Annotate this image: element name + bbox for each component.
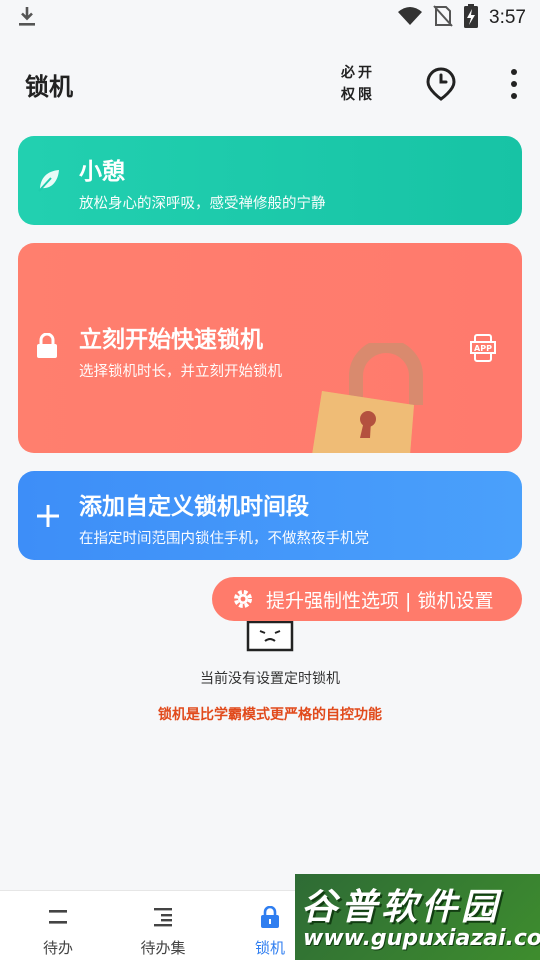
watermark-title: 谷普软件园 <box>301 887 502 928</box>
custom-lock-card[interactable]: 添加自定义锁机时间段 在指定时间范围内锁住手机，不做熬夜手机党 <box>18 471 522 560</box>
custom-lock-card-subtitle: 在指定时间范围内锁住手机，不做熬夜手机党 <box>79 531 369 547</box>
promo-text: 锁机是比学霸模式更严格的自控功能 <box>158 707 382 723</box>
more-vert-icon[interactable] <box>508 67 520 101</box>
empty-state-message: 当前没有设置定时锁机 <box>200 671 340 687</box>
rest-card[interactable]: 小憩 放松身心的深呼吸，感受禅修般的宁静 <box>18 136 522 225</box>
nav-item-todo-list[interactable]: 待办集 <box>109 891 217 960</box>
lock-icon <box>36 332 58 363</box>
todo-list-icon <box>109 906 217 928</box>
download-icon <box>16 4 38 32</box>
rest-card-title: 小憩 <box>79 159 125 185</box>
app-icon[interactable]: APP <box>470 334 496 366</box>
gear-icon <box>232 588 254 610</box>
quick-lock-card[interactable]: 立刻开始快速锁机 选择锁机时长，并立刻开始锁机 APP <box>18 243 522 453</box>
page-title: 锁机 <box>25 72 73 101</box>
nav-label-todo-list: 待办集 <box>140 939 186 957</box>
todo-icon <box>4 906 112 928</box>
app-bar: 锁机 必开 权限 <box>0 50 540 118</box>
status-time: 3:57 <box>489 7 526 28</box>
quick-lock-card-title: 立刻开始快速锁机 <box>79 327 263 353</box>
clock-pin-icon[interactable] <box>424 67 458 101</box>
custom-lock-card-title: 添加自定义锁机时间段 <box>79 494 309 520</box>
leaf-icon <box>36 167 62 197</box>
required-permissions-button[interactable]: 必开 权限 <box>338 62 378 106</box>
wifi-icon <box>397 6 423 30</box>
plus-icon <box>36 504 60 532</box>
lock-settings-label: 提升强制性选项 | 锁机设置 <box>266 589 494 612</box>
quick-lock-card-subtitle: 选择锁机时长，并立刻开始锁机 <box>79 364 282 380</box>
svg-text:APP: APP <box>474 344 492 353</box>
watermark-url: www.gupuxiazai.com <box>303 926 540 951</box>
permissions-label-line1: 必开 <box>341 65 375 81</box>
nav-label-todo: 待办 <box>42 939 73 957</box>
permissions-label-line2: 权限 <box>341 87 375 103</box>
no-sim-icon <box>433 5 453 31</box>
padlock-illustration <box>304 339 434 453</box>
rest-card-subtitle: 放松身心的深呼吸，感受禅修般的宁静 <box>79 196 326 212</box>
site-watermark: 谷普软件园 www.gupuxiazai.com <box>295 874 540 960</box>
status-bar: 3:57 <box>0 0 540 36</box>
lock-settings-button[interactable]: 提升强制性选项 | 锁机设置 <box>212 577 522 621</box>
nav-item-todo[interactable]: 待办 <box>4 891 112 960</box>
battery-charging-icon <box>463 4 479 32</box>
